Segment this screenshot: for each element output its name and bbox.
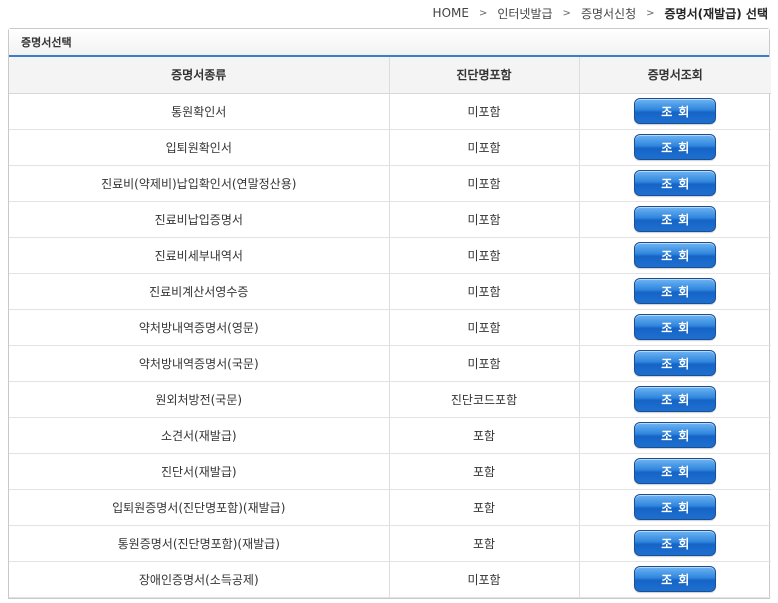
lookup-cell: 조회: [579, 489, 771, 526]
certificate-type-cell: 소견서(재발급): [9, 417, 390, 454]
lookup-button[interactable]: 조회: [634, 350, 717, 376]
table-row: 입퇴원확인서 미포함 조회: [9, 129, 771, 166]
table-row: 진료비(약제비)납입확인서(연말정산용) 미포함 조회: [9, 165, 771, 202]
lookup-cell: 조회: [579, 309, 771, 346]
column-header-certificate-lookup: 증명서조회: [579, 57, 771, 94]
diagnosis-included-cell: 미포함: [389, 273, 580, 310]
certificate-table: 증명서종류 진단명포함 증명서조회 통원확인서 미포함 조회 입퇴원확인서 미포함 조회 진…: [9, 57, 771, 598]
diagnosis-included-cell: 미포함: [389, 93, 580, 130]
certificate-type-cell: 약처방내역증명서(국문): [9, 345, 390, 382]
column-header-diagnosis-included: 진단명포함: [389, 57, 580, 94]
lookup-button[interactable]: 조회: [634, 134, 717, 160]
chevron-right-icon: >: [562, 7, 571, 19]
lookup-cell: 조회: [579, 345, 771, 382]
certificate-type-cell: 진료비납입증명서: [9, 201, 390, 238]
table-row: 통원증명서(진단명포함)(재발급) 포함 조회: [9, 525, 771, 562]
lookup-cell: 조회: [579, 525, 771, 562]
lookup-cell: 조회: [579, 453, 771, 490]
lookup-button[interactable]: 조회: [634, 530, 717, 556]
certificate-type-cell: 장애인증명서(소득공제): [9, 561, 390, 598]
lookup-cell: 조회: [579, 129, 771, 166]
lookup-button[interactable]: 조회: [634, 494, 717, 520]
certificate-select-panel: 증명서선택 증명서종류 진단명포함 증명서조회 통원확인서 미포함 조회 입퇴원확인서…: [8, 28, 771, 599]
certificate-type-cell: 입퇴원증명서(진단명포함)(재발급): [9, 489, 390, 526]
breadcrumb-internet-issue-link[interactable]: 인터넷발급: [495, 5, 554, 22]
certificate-type-cell: 진료비(약제비)납입확인서(연말정산용): [9, 165, 390, 202]
certificate-type-cell: 원외처방전(국문): [9, 381, 390, 418]
table-row: 진단서(재발급) 포함 조회: [9, 453, 771, 490]
diagnosis-included-cell: 미포함: [389, 201, 580, 238]
table-row: 진료비세부내역서 미포함 조회: [9, 237, 771, 274]
lookup-button[interactable]: 조회: [634, 422, 717, 448]
lookup-button[interactable]: 조회: [634, 314, 717, 340]
lookup-cell: 조회: [579, 381, 771, 418]
lookup-cell: 조회: [579, 561, 771, 598]
diagnosis-included-cell: 포함: [389, 453, 580, 490]
lookup-button[interactable]: 조회: [634, 242, 717, 268]
lookup-cell: 조회: [579, 417, 771, 454]
breadcrumb-home-link[interactable]: HOME: [431, 6, 471, 20]
table-row: 약처방내역증명서(국문) 미포함 조회: [9, 345, 771, 382]
certificate-type-cell: 진료비계산서영수증: [9, 273, 390, 310]
lookup-button[interactable]: 조회: [634, 566, 717, 592]
diagnosis-included-cell: 미포함: [389, 165, 580, 202]
table-body: 통원확인서 미포함 조회 입퇴원확인서 미포함 조회 진료비(약제비)납입확인서(연말정산용…: [9, 93, 771, 598]
lookup-button[interactable]: 조회: [634, 458, 717, 484]
diagnosis-included-cell: 진단코드포함: [389, 381, 580, 418]
lookup-button[interactable]: 조회: [634, 98, 717, 124]
lookup-cell: 조회: [579, 201, 771, 238]
certificate-type-cell: 통원확인서: [9, 93, 390, 130]
table-row: 원외처방전(국문) 진단코드포함 조회: [9, 381, 771, 418]
table-row: 통원확인서 미포함 조회: [9, 93, 771, 130]
table-row: 입퇴원증명서(진단명포함)(재발급) 포함 조회: [9, 489, 771, 526]
certificate-type-cell: 진단서(재발급): [9, 453, 390, 490]
diagnosis-included-cell: 포함: [389, 489, 580, 526]
lookup-button[interactable]: 조회: [634, 206, 717, 232]
lookup-button[interactable]: 조회: [634, 386, 717, 412]
panel-title: 증명서선택: [9, 29, 769, 57]
lookup-cell: 조회: [579, 273, 771, 310]
lookup-button[interactable]: 조회: [634, 278, 717, 304]
certificate-type-cell: 진료비세부내역서: [9, 237, 390, 274]
breadcrumb: HOME > 인터넷발급 > 증명서신청 > 증명서(재발급) 선택: [431, 0, 770, 26]
lookup-button[interactable]: 조회: [634, 170, 717, 196]
lookup-cell: 조회: [579, 165, 771, 202]
table-header-row: 증명서종류 진단명포함 증명서조회: [9, 57, 771, 94]
certificate-type-cell: 입퇴원확인서: [9, 129, 390, 166]
table-row: 소견서(재발급) 포함 조회: [9, 417, 771, 454]
diagnosis-included-cell: 미포함: [389, 237, 580, 274]
diagnosis-included-cell: 미포함: [389, 561, 580, 598]
table-row: 약처방내역증명서(영문) 미포함 조회: [9, 309, 771, 346]
diagnosis-included-cell: 미포함: [389, 129, 580, 166]
diagnosis-included-cell: 미포함: [389, 345, 580, 382]
chevron-right-icon: >: [646, 7, 655, 19]
diagnosis-included-cell: 포함: [389, 525, 580, 562]
chevron-right-icon: >: [478, 7, 488, 19]
lookup-cell: 조회: [579, 237, 771, 274]
table-row: 진료비계산서영수증 미포함 조회: [9, 273, 771, 310]
lookup-cell: 조회: [579, 93, 771, 130]
certificate-type-cell: 약처방내역증명서(영문): [9, 309, 390, 346]
diagnosis-included-cell: 포함: [389, 417, 580, 454]
diagnosis-included-cell: 미포함: [389, 309, 580, 346]
breadcrumb-certificate-request-link[interactable]: 증명서신청: [579, 5, 638, 22]
column-header-certificate-type: 증명서종류: [9, 57, 390, 94]
breadcrumb-current-page: 증명서(재발급) 선택: [664, 6, 768, 21]
certificate-type-cell: 통원증명서(진단명포함)(재발급): [9, 525, 390, 562]
table-row: 장애인증명서(소득공제) 미포함 조회: [9, 561, 771, 598]
table-row: 진료비납입증명서 미포함 조회: [9, 201, 771, 238]
